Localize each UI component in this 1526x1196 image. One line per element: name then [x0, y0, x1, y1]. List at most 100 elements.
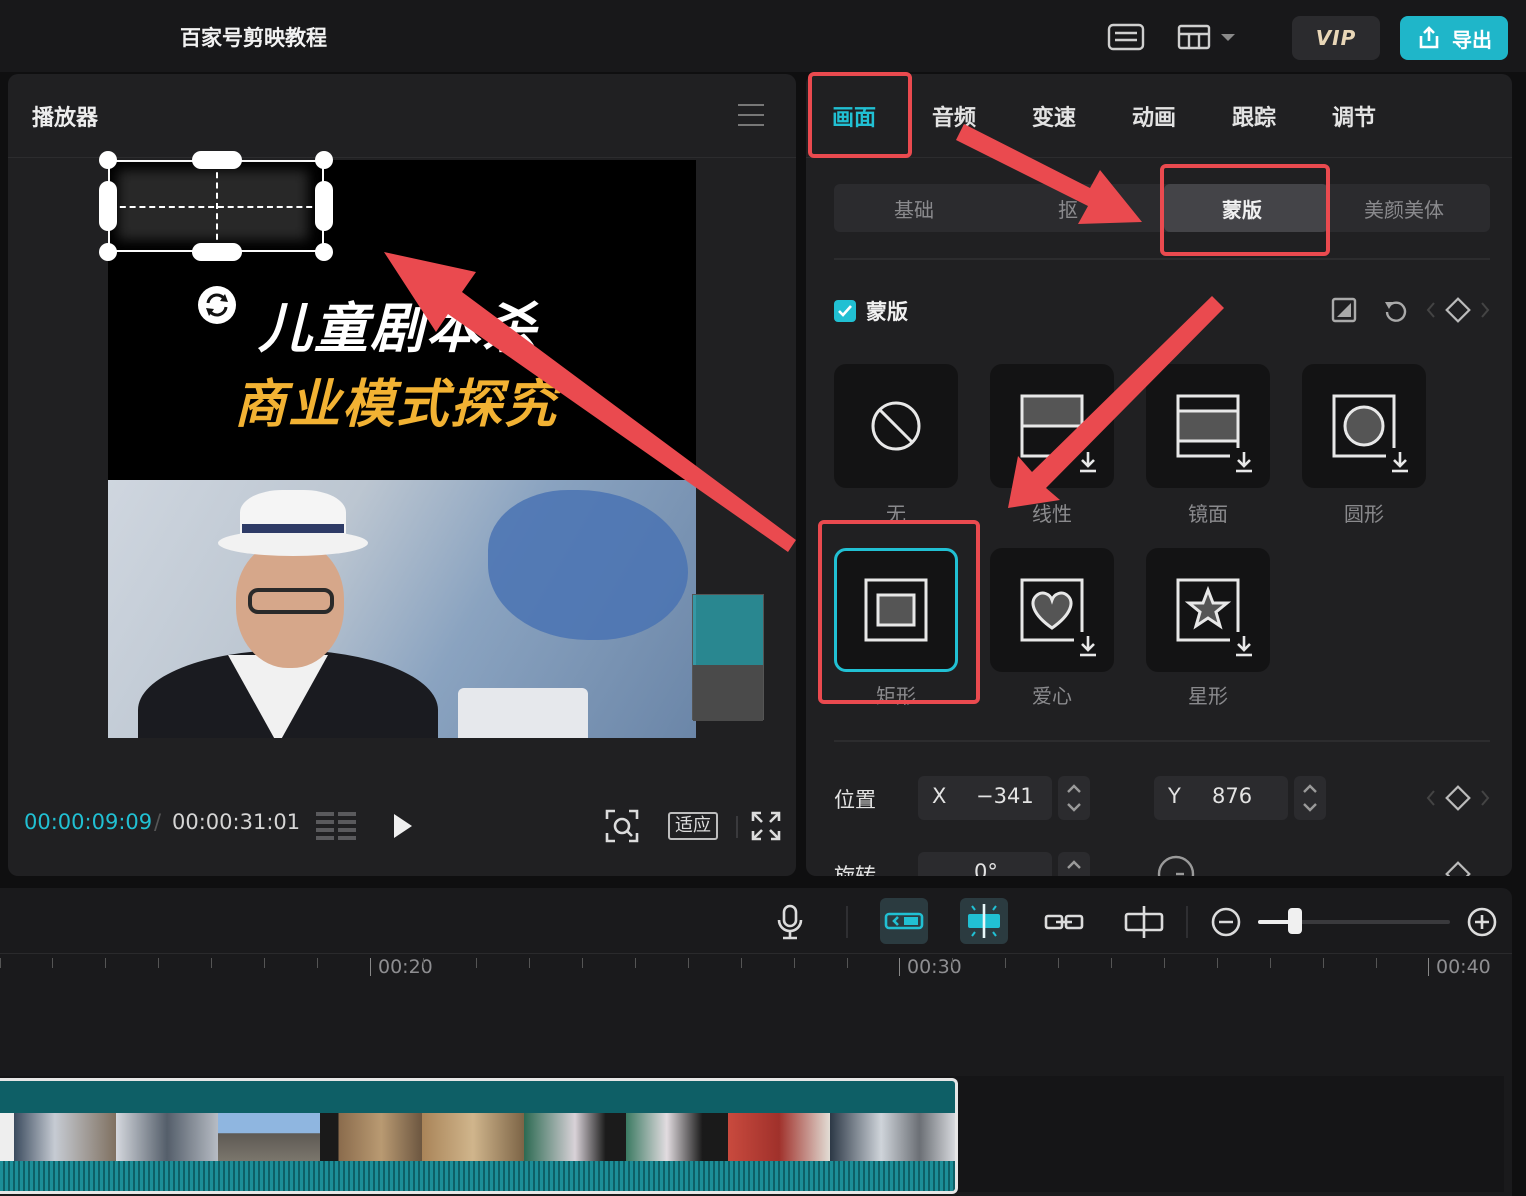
- position-label: 位置: [834, 788, 876, 812]
- position-x-field[interactable]: X −341: [918, 776, 1052, 820]
- split-preview-icon[interactable]: [1122, 902, 1166, 942]
- rotate-handle-icon[interactable]: [196, 284, 238, 326]
- linear-mask-icon: [1020, 394, 1102, 476]
- mask-shape-linear[interactable]: [990, 364, 1114, 488]
- time-separator: /: [154, 810, 162, 834]
- keyframe-diamond-icon[interactable]: [1424, 296, 1494, 324]
- ruler-label: 00:30: [907, 956, 962, 978]
- rotation-label: 旋转: [834, 864, 876, 876]
- player-header: 播放器: [8, 74, 796, 158]
- subtab-basic[interactable]: 基础: [894, 194, 934, 223]
- zoom-slider-handle[interactable]: [1288, 908, 1302, 934]
- keyboard-shortcut-icon[interactable]: [1106, 22, 1146, 52]
- subtab-cutout[interactable]: 抠: [1058, 194, 1078, 223]
- chevron-down-icon[interactable]: [1218, 22, 1238, 52]
- rotation-stepper[interactable]: [1058, 852, 1090, 876]
- keyframe-diamond-icon[interactable]: [1424, 784, 1494, 812]
- keyframe-diamond-icon[interactable]: [1424, 860, 1494, 876]
- mask-shape-none[interactable]: [834, 364, 958, 488]
- tab-animation[interactable]: 动画: [1132, 100, 1176, 132]
- mirror-mask-icon: [1176, 394, 1258, 476]
- timeline-toolbar: [0, 888, 1512, 954]
- divider: [846, 906, 848, 938]
- microphone-icon[interactable]: [768, 902, 812, 942]
- mask-edge-handle[interactable]: [192, 243, 242, 261]
- mask-corner-handle[interactable]: [99, 151, 117, 169]
- ruler-label: 00:40: [1436, 956, 1491, 978]
- tab-speed[interactable]: 变速: [1032, 100, 1076, 132]
- total-time: 00:00:31:01: [172, 810, 301, 834]
- timeline-panel: 00:20 00:30 00:40: [0, 888, 1512, 1196]
- zoom-in-icon[interactable]: [1462, 902, 1506, 942]
- clip-thumbnail: [320, 1113, 422, 1163]
- heart-mask-icon: [1020, 578, 1102, 660]
- tab-audio[interactable]: 音频: [932, 100, 976, 132]
- position-y-field[interactable]: Y 876: [1154, 776, 1288, 820]
- none-icon: [871, 401, 921, 451]
- stepper-arrows-icon: [1067, 784, 1081, 812]
- mask-edge-handle[interactable]: [315, 181, 333, 231]
- timeline-ruler[interactable]: 00:20 00:30 00:40: [0, 954, 1512, 984]
- mask-shape-star[interactable]: [1146, 548, 1270, 672]
- position-x-value: −341: [976, 784, 1034, 808]
- zoom-slider-track[interactable]: [1258, 920, 1450, 924]
- top-bar: 百家号剪映教程 VIP 导出: [0, 0, 1526, 72]
- mask-shape-label: 线性: [1032, 502, 1072, 526]
- clip-thumbnail: [830, 1113, 955, 1163]
- mask-shape-circle[interactable]: [1302, 364, 1426, 488]
- mask-enable-checkbox[interactable]: [834, 300, 856, 322]
- screenshot-icon[interactable]: [604, 808, 640, 844]
- timeline-grid-icon[interactable]: [314, 808, 360, 844]
- stepper-arrows-icon: [1067, 860, 1081, 869]
- clip-thumbnail: [116, 1113, 218, 1163]
- video-canvas-photo: [108, 480, 696, 738]
- tab-adjust[interactable]: 调节: [1332, 100, 1376, 132]
- mask-shape-mirror[interactable]: [1146, 364, 1270, 488]
- subtab-beauty[interactable]: 美颜美体: [1364, 194, 1444, 223]
- video-clip[interactable]: [0, 1078, 958, 1194]
- check-icon: [838, 305, 852, 317]
- x-axis-label: X: [932, 784, 947, 808]
- menu-icon[interactable]: [738, 104, 764, 126]
- y-axis-label: Y: [1168, 784, 1181, 808]
- reset-icon[interactable]: [1382, 296, 1410, 324]
- clip-audio-waveform: [0, 1161, 955, 1191]
- star-mask-icon: [1176, 578, 1258, 660]
- export-button[interactable]: 导出: [1400, 16, 1508, 60]
- link-icon[interactable]: [1042, 902, 1086, 942]
- play-icon[interactable]: [390, 812, 416, 840]
- mask-edge-handle[interactable]: [99, 181, 117, 231]
- mask-corner-handle[interactable]: [315, 151, 333, 169]
- rotation-value: 0°: [974, 860, 998, 876]
- mask-edge-handle[interactable]: [192, 151, 242, 169]
- mask-shape-heart[interactable]: [990, 548, 1114, 672]
- mask-section-label: 蒙版: [866, 300, 908, 324]
- mask-shape-label: 爱心: [1032, 684, 1072, 708]
- canvas-edge-preview: [692, 594, 764, 721]
- layout-icon[interactable]: [1176, 22, 1216, 52]
- clip-thumbnail: [14, 1113, 116, 1163]
- app-title: 百家号剪映教程: [180, 26, 327, 50]
- main-track-magnet-icon[interactable]: [880, 898, 928, 944]
- auto-snap-icon[interactable]: [960, 898, 1008, 944]
- annotation-highlight-rectangle: [818, 520, 980, 704]
- mask-shape-label: 圆形: [1344, 502, 1384, 526]
- fullscreen-icon[interactable]: [750, 810, 782, 842]
- rotation-field[interactable]: 0°: [918, 852, 1052, 876]
- fit-ratio-button[interactable]: 适应: [668, 812, 718, 840]
- position-y-stepper[interactable]: [1294, 776, 1326, 820]
- zoom-out-icon[interactable]: [1206, 902, 1250, 942]
- mask-selection-box[interactable]: [108, 160, 324, 252]
- invert-mask-icon[interactable]: [1330, 296, 1358, 324]
- divider: [736, 816, 738, 838]
- divider: [834, 258, 1490, 260]
- divider: [834, 740, 1490, 742]
- inspector-panel: 画面 音频 变速 动画 跟踪 调节 基础 抠 蒙版 美颜美体 蒙版 无 线性 镜…: [806, 74, 1512, 876]
- position-x-stepper[interactable]: [1058, 776, 1090, 820]
- annotation-highlight-tab: [808, 72, 912, 158]
- vip-button[interactable]: VIP: [1292, 16, 1380, 60]
- tab-tracking[interactable]: 跟踪: [1232, 100, 1276, 132]
- mask-corner-handle[interactable]: [99, 243, 117, 261]
- rotation-dial-icon[interactable]: [1156, 854, 1196, 876]
- mask-corner-handle[interactable]: [315, 243, 333, 261]
